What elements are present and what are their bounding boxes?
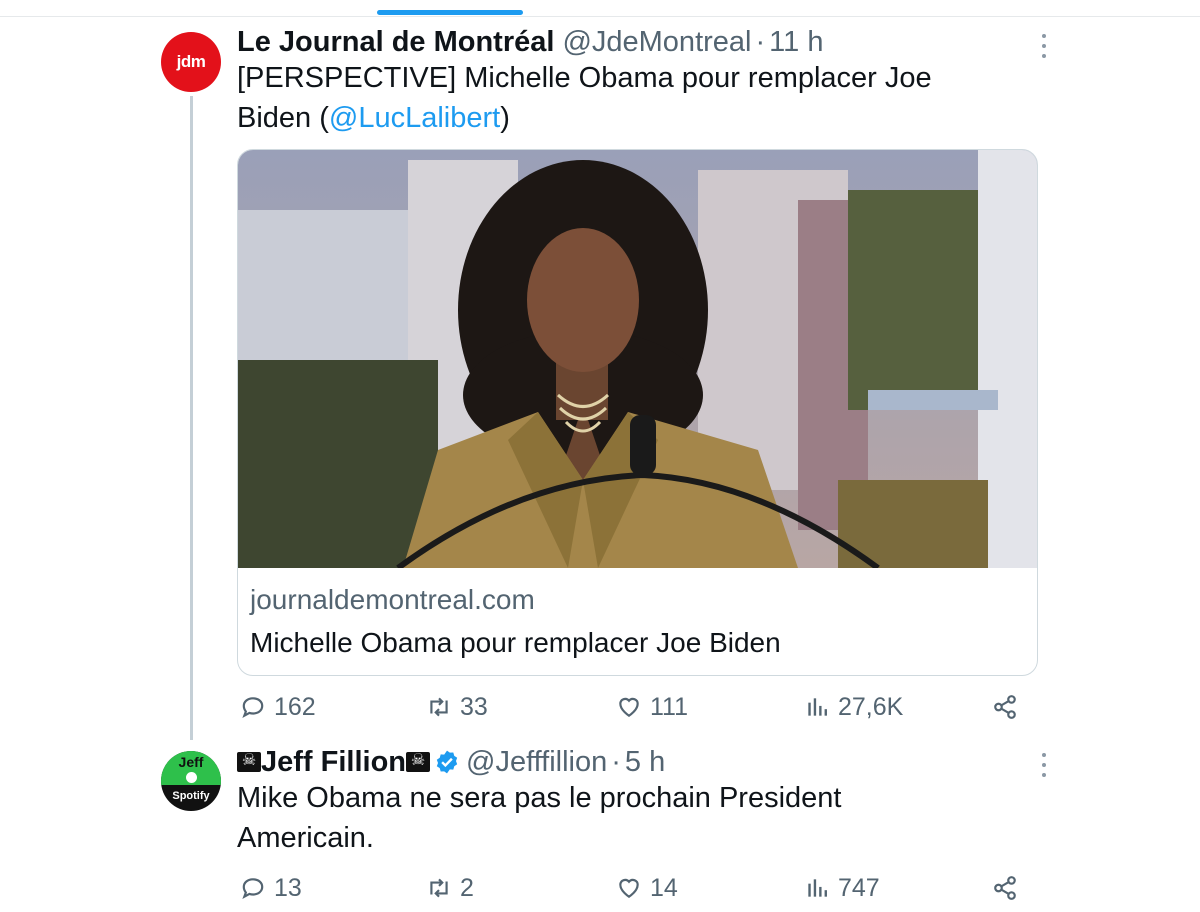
avatar-jeff-fillion[interactable]: Jeff Spotify <box>161 751 221 811</box>
author-name[interactable]: Jeff Fillion <box>261 746 406 779</box>
link-card[interactable]: journaldemontreal.com Michelle Obama pou… <box>237 149 1038 676</box>
avatar-jdm[interactable]: jdm <box>161 32 221 92</box>
tweet-header: Jeff Fillion @Jefffillion · 5 h <box>237 745 665 779</box>
like-button[interactable]: 14 <box>616 872 678 904</box>
avatar-brand-label: Spotify <box>172 790 210 802</box>
retweet-count: 33 <box>460 692 488 721</box>
views-icon <box>808 879 827 897</box>
tweet-timestamp[interactable]: 5 h <box>625 746 665 779</box>
verified-icon <box>436 750 458 774</box>
tweet-actions: 13 2 14 747 <box>240 872 1020 904</box>
pirate-flag-icon <box>406 750 430 772</box>
card-title: Michelle Obama pour remplacer Joe Biden <box>250 627 781 658</box>
view-count: 27,6K <box>838 692 904 721</box>
tweet-text-line: Biden (@LucLalibert) <box>237 102 510 134</box>
active-tab-indicator <box>377 10 523 15</box>
author-handle[interactable]: @Jefffillion <box>466 746 607 779</box>
spotify-logo-icon <box>186 772 197 783</box>
tweet-header: Le Journal de Montréal @JdeMontreal · 11… <box>237 25 823 59</box>
tweet-text-line: Mike Obama ne sera pas le prochain Presi… <box>237 782 842 814</box>
card-image <box>238 150 1037 568</box>
tweet-timestamp[interactable]: 11 h <box>769 26 823 59</box>
share-button[interactable] <box>992 691 1026 723</box>
more-icon[interactable] <box>1033 753 1055 777</box>
separator-dot: · <box>755 25 766 58</box>
thread-connector-line <box>190 96 193 740</box>
author-name[interactable]: Le Journal de Montréal <box>237 26 554 59</box>
views-button[interactable]: 747 <box>804 872 880 904</box>
reply-count: 162 <box>274 692 316 721</box>
views-button[interactable]: 27,6K <box>804 691 903 723</box>
tweet-body: [PERSPECTIVE] Michelle Obama pour rempla… <box>237 58 1027 138</box>
reply-button[interactable]: 162 <box>240 691 316 723</box>
retweet-icon <box>430 697 448 717</box>
reply-count: 13 <box>274 873 302 902</box>
like-icon <box>619 878 639 898</box>
tweet-text-line: [PERSPECTIVE] Michelle Obama pour rempla… <box>237 62 932 94</box>
share-button[interactable] <box>992 872 1026 904</box>
author-handle[interactable]: @JdeMontreal <box>562 26 751 59</box>
separator-dot: · <box>611 745 621 778</box>
like-count: 14 <box>650 873 678 902</box>
more-icon[interactable] <box>1033 34 1055 58</box>
retweet-button[interactable]: 33 <box>426 691 488 723</box>
share-icon <box>994 695 1016 719</box>
card-domain: journaldemontreal.com <box>250 584 535 615</box>
avatar-label: jdm <box>176 52 206 71</box>
views-icon <box>808 698 827 716</box>
pirate-flag-icon <box>237 750 261 772</box>
like-button[interactable]: 111 <box>616 691 688 723</box>
retweet-button[interactable]: 2 <box>426 872 474 904</box>
like-icon <box>619 697 639 717</box>
tweet-text-line: Americain. <box>237 822 374 854</box>
reply-icon <box>242 697 264 718</box>
share-icon <box>994 876 1016 900</box>
avatar-label: Jeff <box>178 754 204 770</box>
reply-icon <box>242 878 264 899</box>
tweet-actions: 162 33 111 27,6K <box>240 691 1020 723</box>
mention-link[interactable]: @LucLalibert <box>329 102 500 134</box>
retweet-count: 2 <box>460 873 474 902</box>
top-divider <box>0 16 1200 17</box>
reply-button[interactable]: 13 <box>240 872 302 904</box>
view-count: 747 <box>838 873 880 902</box>
retweet-icon <box>430 878 448 898</box>
tweet-body: Mike Obama ne sera pas le prochain Presi… <box>237 778 1027 858</box>
like-count: 111 <box>650 692 689 721</box>
